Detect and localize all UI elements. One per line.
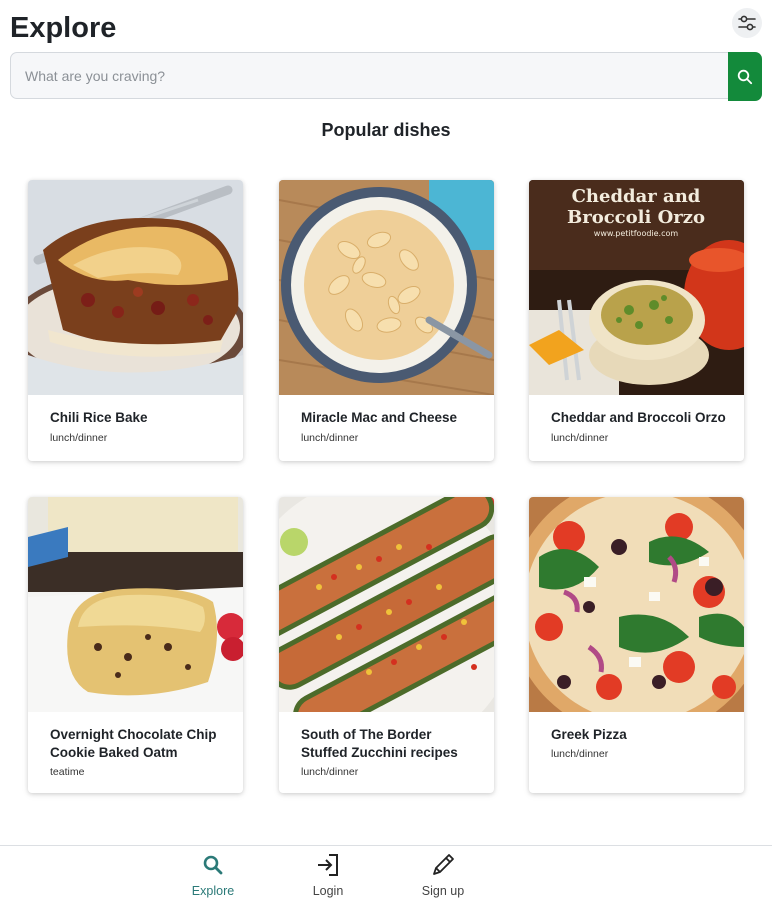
dish-image <box>28 180 243 395</box>
page-title: Explore <box>10 12 117 44</box>
dish-card[interactable]: Chili Rice Bake lunch/dinner <box>28 180 243 461</box>
dish-category: lunch/dinner <box>301 432 359 444</box>
dish-card[interactable]: South of The Border Stuffed Zucchini rec… <box>279 497 494 793</box>
image-caption-line2: Broccoli Orzo <box>567 207 705 228</box>
nav-signup[interactable]: Sign up <box>398 850 488 898</box>
sliders-icon <box>738 15 756 31</box>
dish-name: Overnight Chocolate Chip Cookie Baked Oa… <box>50 727 217 760</box>
dish-category: lunch/dinner <box>551 748 609 760</box>
login-icon <box>318 854 338 876</box>
image-caption-line1: Cheddar and <box>572 186 701 207</box>
nav-explore[interactable]: Explore <box>168 850 258 898</box>
dish-name: Cheddar and Broccoli Orzo <box>551 410 726 425</box>
section-title: Popular dishes <box>321 120 451 140</box>
header: Explore <box>10 8 762 48</box>
dish-card[interactable]: Miracle Mac and Cheese lunch/dinner <box>279 180 494 461</box>
nav-login[interactable]: Login <box>283 850 373 898</box>
dish-image <box>279 180 494 395</box>
dish-card[interactable]: Greek Pizza lunch/dinner <box>529 497 744 793</box>
search-input[interactable] <box>10 52 728 99</box>
search-bar <box>10 52 762 101</box>
dish-image <box>28 497 243 712</box>
dish-card[interactable]: Overnight Chocolate Chip Cookie Baked Oa… <box>28 497 243 793</box>
dish-name: Miracle Mac and Cheese <box>301 410 458 425</box>
dish-name: Chili Rice Bake <box>50 410 148 425</box>
dish-image <box>279 497 494 712</box>
dish-image: Cheddar and Broccoli Orzo www.petitfoodi… <box>529 180 744 395</box>
dish-name: South of The Border Stuffed Zucchini rec… <box>301 727 458 760</box>
dish-card[interactable]: Cheddar and Broccoli Orzo www.petitfoodi… <box>529 180 744 461</box>
nav-label: Explore <box>191 884 235 898</box>
search-button[interactable] <box>728 52 762 101</box>
dish-category: lunch/dinner <box>50 432 108 444</box>
nav-label: Sign up <box>421 884 465 898</box>
nav-label: Login <box>312 884 344 898</box>
image-caption-url: www.petitfoodie.com <box>594 229 679 238</box>
dish-category: teatime <box>50 766 85 778</box>
search-icon <box>203 855 223 875</box>
search-icon <box>737 69 753 84</box>
bottom-nav: Explore Login Sign up <box>0 845 772 901</box>
dish-name: Greek Pizza <box>551 727 627 742</box>
dish-image <box>529 497 744 712</box>
dish-category: lunch/dinner <box>301 766 359 778</box>
pencil-icon <box>433 854 454 875</box>
dish-category: lunch/dinner <box>551 432 609 444</box>
filter-button[interactable] <box>732 8 762 38</box>
